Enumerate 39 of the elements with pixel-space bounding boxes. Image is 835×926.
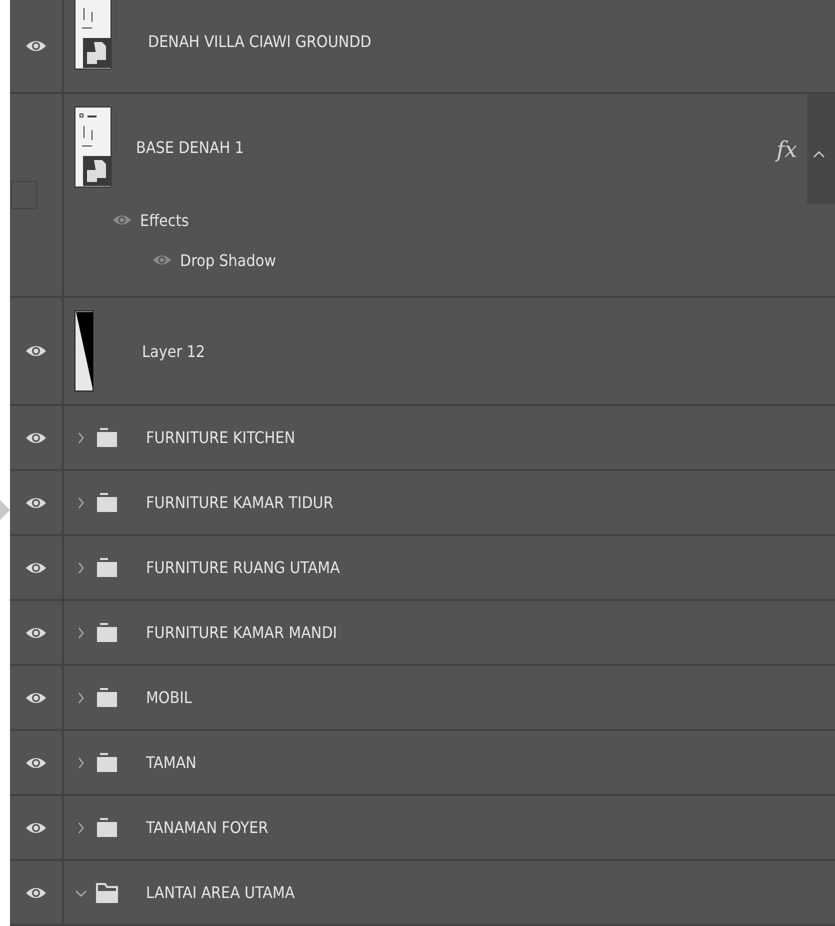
folder-icon [96,558,118,578]
effects-badge[interactable]: fx [776,138,797,163]
group-name: FURNITURE RUANG UTAMA [146,558,340,577]
group-name: FURNITURE KAMAR MANDI [146,623,338,642]
floor-plan-thumbnail-icon [74,106,114,188]
eye-icon[interactable] [25,820,47,834]
folder-icon [96,688,118,708]
folder-icon [96,428,118,448]
group-name: FURNITURE KAMAR TIDUR [146,493,334,512]
effects-label: Effects [140,210,189,230]
folder-icon [96,492,118,512]
group-name: TANAMAN FOYER [146,818,268,837]
folder-icon [96,752,118,772]
group-name: MOBIL [146,688,192,707]
eye-icon[interactable] [25,344,47,358]
pointer-icon [0,500,10,520]
eye-icon[interactable] [25,886,47,900]
floor-plan-thumbnail-icon [74,0,114,70]
eye-icon[interactable] [25,626,47,640]
eye-icon[interactable] [25,430,47,444]
layer-name: BASE DENAH 1 [136,138,244,156]
scrollbar[interactable] [807,94,835,204]
eye-icon[interactable] [25,560,47,574]
layer-name: Layer 12 [142,342,206,360]
effect-name: Drop Shadow [180,250,276,270]
caret-up-icon[interactable] [813,150,825,158]
group-name: TAMAN [146,753,196,772]
eye-icon[interactable] [25,690,47,704]
eye-icon[interactable] [25,496,47,510]
group-name: LANTAI AREA UTAMA [146,883,295,902]
eye-icon[interactable] [25,39,47,53]
group-name: FURNITURE KITCHEN [146,428,296,447]
folder-icon [96,818,118,838]
folder-icon [96,622,118,642]
folder-icon [96,882,118,902]
layer-name: DENAH VILLA CIAWI GROUNDD [148,32,372,51]
eye-icon[interactable] [25,756,47,770]
layer-thumbnail-icon [74,310,94,392]
visibility-toggle[interactable] [11,181,37,209]
